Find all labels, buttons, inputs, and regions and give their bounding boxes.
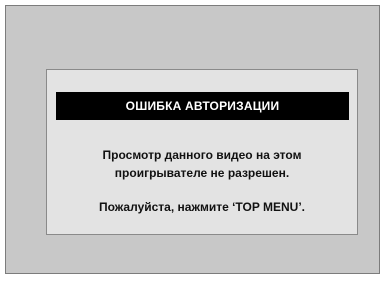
tv-screen: ОШИБКА АВТОРИЗАЦИИ Просмотр данного виде… [5,5,380,274]
error-message-line-1: Просмотр данного видео на этом [102,148,302,162]
dialog-title: ОШИБКА АВТОРИЗАЦИИ [56,92,349,120]
error-message: Просмотр данного видео на этом проигрыва… [47,146,357,182]
error-message-line-2: проигрывателе не разрешен. [114,166,290,180]
authorization-error-dialog: ОШИБКА АВТОРИЗАЦИИ Просмотр данного виде… [46,69,358,235]
instruction-message: Пожалуйста, нажмите ‘TOP MENU’. [98,200,305,214]
